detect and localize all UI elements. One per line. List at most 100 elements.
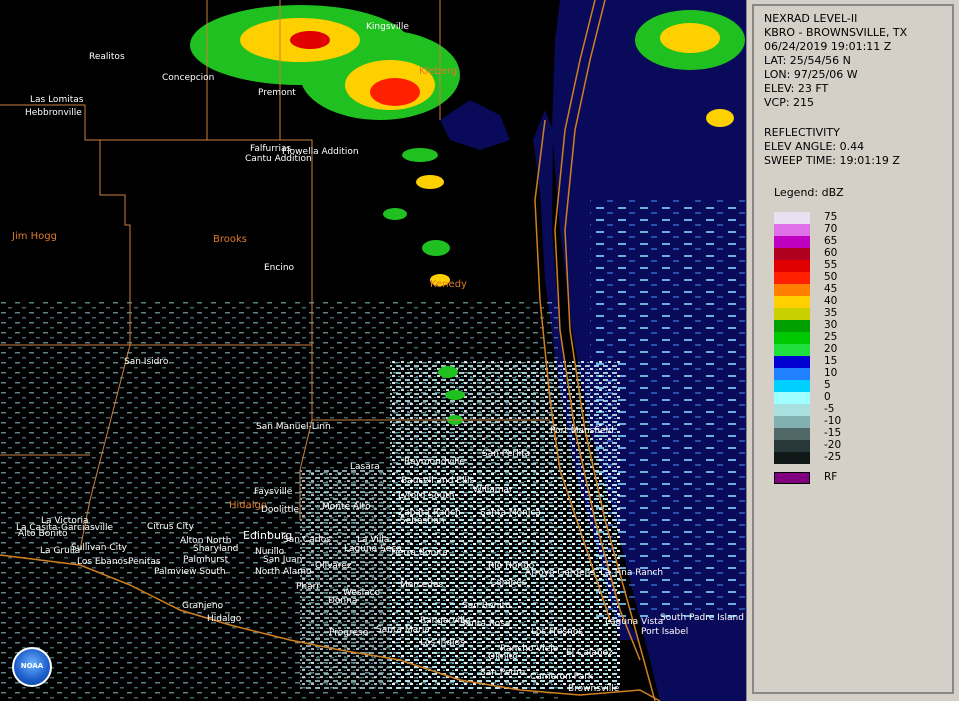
town-label: Realitos	[89, 52, 125, 62]
town-label: Donna	[328, 596, 358, 606]
town-label: Bausell and Ellis	[401, 476, 475, 486]
town-label: Willamar	[473, 485, 513, 495]
town-label: Los Indios	[420, 638, 465, 648]
legend-label: 60	[824, 247, 838, 259]
town-label: Cameron Park	[530, 672, 594, 682]
legend-label: 40	[824, 295, 838, 307]
legend-label: 15	[824, 355, 838, 367]
legend-swatch	[774, 272, 810, 284]
county-label-jim-hogg: Jim Hogg	[12, 231, 57, 242]
town-label: Doolittle	[261, 505, 300, 515]
town-label: Progreso	[329, 628, 369, 638]
town-label: Hidalgo	[207, 614, 242, 624]
legend-label: 25	[824, 331, 838, 343]
town-label: San Perlita	[482, 449, 531, 459]
sweep-time: SWEEP TIME: 19:01:19 Z	[764, 154, 900, 167]
legend-swatch	[774, 440, 810, 452]
elevation-angle: ELEV ANGLE: 0.44	[764, 140, 865, 153]
town-label: Citrus City	[147, 522, 194, 532]
town-label: Concepcion	[162, 73, 215, 83]
legend-label: 20	[824, 343, 838, 355]
legend-swatch	[774, 260, 810, 272]
town-label: Flowella Addition	[282, 147, 359, 157]
town-label: Arroyo Gardens	[525, 568, 596, 578]
legend-swatch	[774, 284, 810, 296]
product-name: NEXRAD LEVEL-II	[764, 12, 858, 25]
legend-label: 55	[824, 259, 838, 271]
legend-swatch	[774, 320, 810, 332]
town-label: Brownsville	[568, 684, 620, 694]
town-label: La Grulla	[40, 546, 81, 556]
town-label: Pharr	[296, 582, 320, 592]
legend-label: 35	[824, 307, 838, 319]
town-label: South Padre Island	[660, 613, 744, 623]
legend-label: 0	[824, 391, 831, 403]
town-label: Lasara	[350, 462, 380, 472]
radar-map[interactable]: Jim Hogg Brooks Kleberg Kenedy Hidalgo K…	[0, 0, 747, 701]
town-label: Monte Alto	[322, 502, 371, 512]
legend-swatch	[774, 428, 810, 440]
town-label: Santa Maria	[376, 625, 430, 635]
town-label: Encino	[264, 263, 295, 273]
town-label: Laguna Seca	[344, 544, 402, 554]
legend-swatch	[774, 224, 810, 236]
town-label: Las Lomitas	[30, 95, 84, 105]
town-label: Mercedes	[400, 580, 444, 590]
station-name: KBRO - BROWNSVILLE, TX	[764, 26, 908, 39]
legend-swatch	[774, 368, 810, 380]
county-label-brooks: Brooks	[213, 234, 247, 245]
town-label: Los Fresnos	[531, 627, 584, 637]
town-label: Laguna Vista	[605, 617, 664, 627]
town-label: San Benito	[462, 601, 511, 611]
town-label: Faysville	[254, 487, 293, 497]
legend-label: -10	[824, 415, 842, 427]
legend-label: 75	[824, 211, 838, 223]
town-label: Raymondville	[404, 457, 465, 467]
town-label: Alto Bonito	[18, 529, 68, 539]
town-label: San Isidro	[124, 357, 169, 367]
legend-label: -20	[824, 439, 842, 451]
town-label: Kingsville	[366, 22, 409, 32]
town-label: Sebastian	[400, 516, 445, 526]
noaa-logo-text: NOAA	[20, 662, 44, 670]
legend-label: 5	[824, 379, 831, 391]
scan-datetime: 06/24/2019 19:01:11 Z	[764, 40, 892, 53]
county-label-kenedy: Kenedy	[430, 279, 467, 290]
legend-label: 45	[824, 283, 838, 295]
town-label: Sharyland	[193, 544, 239, 554]
town-label: El Calaboz	[566, 648, 613, 658]
legend-swatch	[774, 212, 810, 224]
legend-swatch	[774, 308, 810, 320]
town-label: Premont	[258, 88, 296, 98]
town-label: Penitas	[128, 557, 161, 567]
noaa-logo: NOAA	[12, 647, 52, 687]
moment-name: REFLECTIVITY	[764, 126, 840, 139]
town-label: Olmito	[488, 652, 518, 662]
latitude: LAT: 25/54/56 N	[764, 54, 851, 67]
legend-label: -25	[824, 451, 842, 463]
town-label: Palmview South	[154, 567, 226, 577]
legend-title: Legend: dBZ	[774, 186, 844, 199]
town-label: Olivarez	[315, 561, 352, 571]
legend-label: -5	[824, 403, 835, 415]
legend-rf-swatch	[774, 472, 810, 484]
legend-label: 30	[824, 319, 838, 331]
town-label: Port Mansfield	[550, 426, 614, 436]
town-label: Palmhurst	[183, 555, 229, 565]
legend-swatch	[774, 416, 810, 428]
county-label-kleberg: Kleberg	[419, 66, 458, 77]
town-label: Port Isabel	[641, 627, 689, 637]
legend-label: 70	[824, 223, 838, 235]
town-label: Los Ebanos	[77, 557, 128, 567]
legend-label: 65	[824, 235, 838, 247]
town-label: La Tina Ranch	[600, 568, 664, 578]
town-label: Santa Rosa	[460, 619, 511, 629]
legend-label: -15	[824, 427, 842, 439]
legend-swatch	[774, 380, 810, 392]
town-label: San Juan	[263, 555, 303, 565]
legend-swatch	[774, 332, 810, 344]
town-label: North Alamo	[255, 567, 312, 577]
legend-swatch	[774, 344, 810, 356]
vcp: VCP: 215	[764, 96, 815, 109]
town-label: San Pedro	[480, 668, 526, 678]
